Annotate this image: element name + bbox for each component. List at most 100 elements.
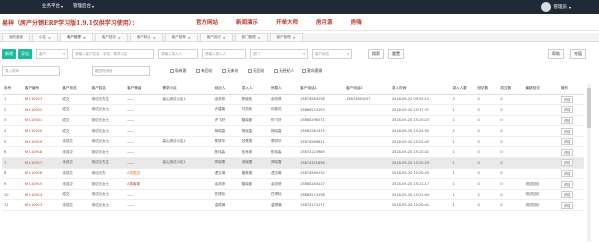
table-header-cell: 操作	[558, 83, 584, 95]
nav-business-platform[interactable]: 业务平台 ▾	[42, 3, 63, 10]
user-menu[interactable]: 管理员 ▾	[541, 2, 571, 12]
table-cell: 2	[475, 189, 499, 201]
scrollbar-thumb[interactable]	[587, 88, 591, 128]
table-cell: 成交	[60, 104, 90, 116]
detail-button[interactable]: 详情	[560, 148, 574, 156]
detail-button[interactable]: 详情	[560, 201, 574, 209]
detail-button[interactable]: 详情	[560, 116, 574, 124]
checkbox-no-agent[interactable]: 无经纪人	[274, 68, 294, 74]
detail-button[interactable]: 详情	[560, 191, 574, 199]
table-cell: 成交	[60, 115, 90, 127]
table-row[interactable]: 8 KH-10916 未成交 测试元先 A类跟进 谭玉琳 董美丽 谭玉琳 15874569132…	[2, 168, 584, 180]
agent-input[interactable]: 请输入录入人	[202, 49, 246, 59]
close-icon[interactable]: ×	[258, 36, 261, 40]
department-select[interactable]: 部门	[250, 49, 308, 59]
table-cell: 2018-05-20 15:21:17	[389, 178, 451, 190]
link-monthly-source[interactable]: 房月源	[316, 18, 333, 26]
search-input[interactable]: 请输入客户姓名、手机、需求小区	[72, 49, 154, 59]
followup-date-input[interactable]: 跟进时间段	[92, 66, 150, 76]
table-row[interactable]: 5 KH-10919 未成交 测试元女士 —— 高山测试小区1 蔡妍华 苏楚燕 蔡妍华 15874…	[2, 136, 584, 148]
table-cell[interactable]: KH-10913	[22, 199, 61, 212]
link-news-demo[interactable]: 新闻演示	[236, 18, 258, 26]
tab-customer-recommend[interactable]: 客户推荐 ×	[164, 33, 198, 41]
checkbox-intent-customer[interactable]: 意向客源	[302, 68, 322, 74]
table-cell: 测试元先	[89, 168, 126, 180]
table-row[interactable]: 11 KH-10913 未成交 测试元女士 —— 温得满 温得满 15874174171 201…	[2, 199, 584, 212]
customer-status-select[interactable]: 客户状态	[312, 49, 352, 59]
table-cell[interactable]: KH-10920	[22, 125, 61, 137]
table-row[interactable]: 6 KH-10918 未成交 测试元女士 —— 陈伟淼 伍肖彦 陈伟淼 15874123985 2…	[2, 146, 584, 159]
nav-admin-backend[interactable]: 管理后台 ▾	[73, 3, 94, 10]
table-cell[interactable]: KH-10923	[22, 94, 61, 106]
table-cell: 1	[450, 168, 476, 180]
detail-button[interactable]: 详情	[560, 169, 574, 177]
reset-button[interactable]: 重置	[388, 49, 404, 59]
tab-customer-visit[interactable]: 客户回访 ×	[94, 33, 128, 41]
table-cell[interactable]: KH-10914	[22, 189, 61, 201]
table-row[interactable]: 1 KH-10923 成交 测试元先生 —— 高山测试小区1 余凯修 陈晓松 余凯修 158745…	[2, 94, 584, 106]
tab-customer-manage-2[interactable]: 客户管理 ×	[269, 33, 303, 41]
tab-customer-manage[interactable]: 客户管理 ×	[59, 33, 93, 41]
detail-button[interactable]: 详情	[560, 180, 574, 188]
detail-button[interactable]: 详情	[560, 159, 574, 167]
checkbox-icon	[274, 69, 278, 73]
export-button[interactable]: 导出	[18, 49, 32, 59]
entry-date-input[interactable]: 录入时间	[2, 66, 60, 76]
table-cell: 2018-05-20 15:25:23	[389, 115, 451, 127]
close-icon[interactable]: ×	[223, 36, 226, 40]
table-cell[interactable]: KH-10915	[22, 178, 61, 190]
detail-button[interactable]: 详情	[560, 138, 574, 146]
tab-community[interactable]: 小区 ×	[32, 33, 58, 41]
table-cell: 1	[450, 178, 476, 190]
detail-button[interactable]: 详情	[560, 95, 574, 103]
tab-customer-transfer[interactable]: 客户转让 ×	[129, 33, 163, 41]
tab-customer-visit-2[interactable]: 客户回访 ×	[199, 33, 233, 41]
detail-button[interactable]: 详情	[560, 106, 574, 114]
link-order-master[interactable]: 开单大师	[276, 18, 298, 26]
entry-person-input[interactable]: 请输入录入人	[158, 49, 198, 59]
detail-button[interactable]: 详情	[560, 127, 574, 135]
search-button[interactable]: 搜索	[368, 49, 384, 59]
table-cell: 高山测试小区1	[160, 94, 213, 106]
table-cell[interactable]: KH-10916	[22, 168, 61, 180]
tab-dept-manage[interactable]: 部门管理 ×	[234, 33, 268, 41]
link-official-site[interactable]: 官方网站	[196, 18, 218, 26]
help-button[interactable]: 帮助	[548, 49, 564, 59]
table-row[interactable]: 10 KH-10914 成交 测试元女士 —— 任得标 任得标 15869274158 2018…	[2, 189, 584, 201]
table-row[interactable]: 4 KH-10920 成交 测试元女士 —— 杨晓嘉 杨晓嘉 杨晓嘉 15963287415 20…	[2, 125, 584, 137]
table-cell[interactable]: KH-10922	[22, 104, 61, 116]
new-button[interactable]: 新增	[2, 49, 16, 59]
table-row[interactable]: 3 KH-10921 成交 测试元女士 —— 许飞好 戴晓欧 何飞好 15865298371 20…	[2, 115, 584, 127]
checkbox-private[interactable]: 私有客	[170, 68, 186, 74]
table-cell[interactable]: KH-10918	[22, 146, 61, 159]
recharge-button[interactable]: 充值	[570, 49, 586, 59]
table-cell: 15874563257	[344, 94, 390, 106]
table-cell	[344, 146, 390, 159]
table-cell: 测试元女士	[89, 178, 126, 190]
tab-desktop[interactable]: 我的桌面	[2, 33, 30, 41]
checkbox-no-visit-in[interactable]: 无来访	[222, 68, 238, 74]
table-header-cell: 客户状态	[60, 83, 90, 95]
close-icon[interactable]: ×	[153, 36, 156, 40]
table-cell[interactable]: KH-10919	[22, 136, 61, 148]
checkbox-has-visit[interactable]: 有回访	[196, 68, 212, 74]
table-cell[interactable]: KH-10921	[22, 115, 61, 127]
table-row[interactable]: 2 KH-10922 成交 测试元女士 —— 许建薯 付凯松 何曼花 15869274193 20…	[2, 104, 584, 116]
table-header-cell: 需求小区	[160, 83, 213, 95]
close-icon[interactable]: ×	[293, 36, 296, 40]
close-icon[interactable]: ×	[83, 36, 86, 40]
close-icon[interactable]: ×	[118, 36, 121, 40]
table-row[interactable]: 7 KH-10917 未成交 测试元先生 —— 高山测试小区1 郑晓雪 汤晓雪 郑晓雪 15874…	[2, 157, 584, 169]
table-row[interactable]: 9 KH-10915 未成交 测试元女士 A类客源 余凯修 戴晓欧 余凯修 1586526341…	[2, 178, 584, 190]
checkbox-no-callback[interactable]: 无回访	[248, 68, 264, 74]
link-fanghai[interactable]: 房嗨	[351, 18, 362, 26]
table-cell[interactable]: KH-10917	[22, 157, 61, 169]
close-icon[interactable]: ×	[48, 36, 51, 40]
checkbox-icon	[196, 69, 200, 73]
table-cell: 0	[475, 115, 499, 127]
close-icon[interactable]: ×	[188, 36, 191, 40]
customer-type-select[interactable]: 客户	[36, 49, 68, 59]
table-cell: 0	[498, 136, 524, 148]
vertical-scrollbar[interactable]	[587, 84, 591, 242]
customer-table: 序号 客户编号 客户状态 客户姓名 客户等级 需求小区 经纪人 录入人 所属人 客户电话1 客户电话…	[2, 83, 584, 212]
